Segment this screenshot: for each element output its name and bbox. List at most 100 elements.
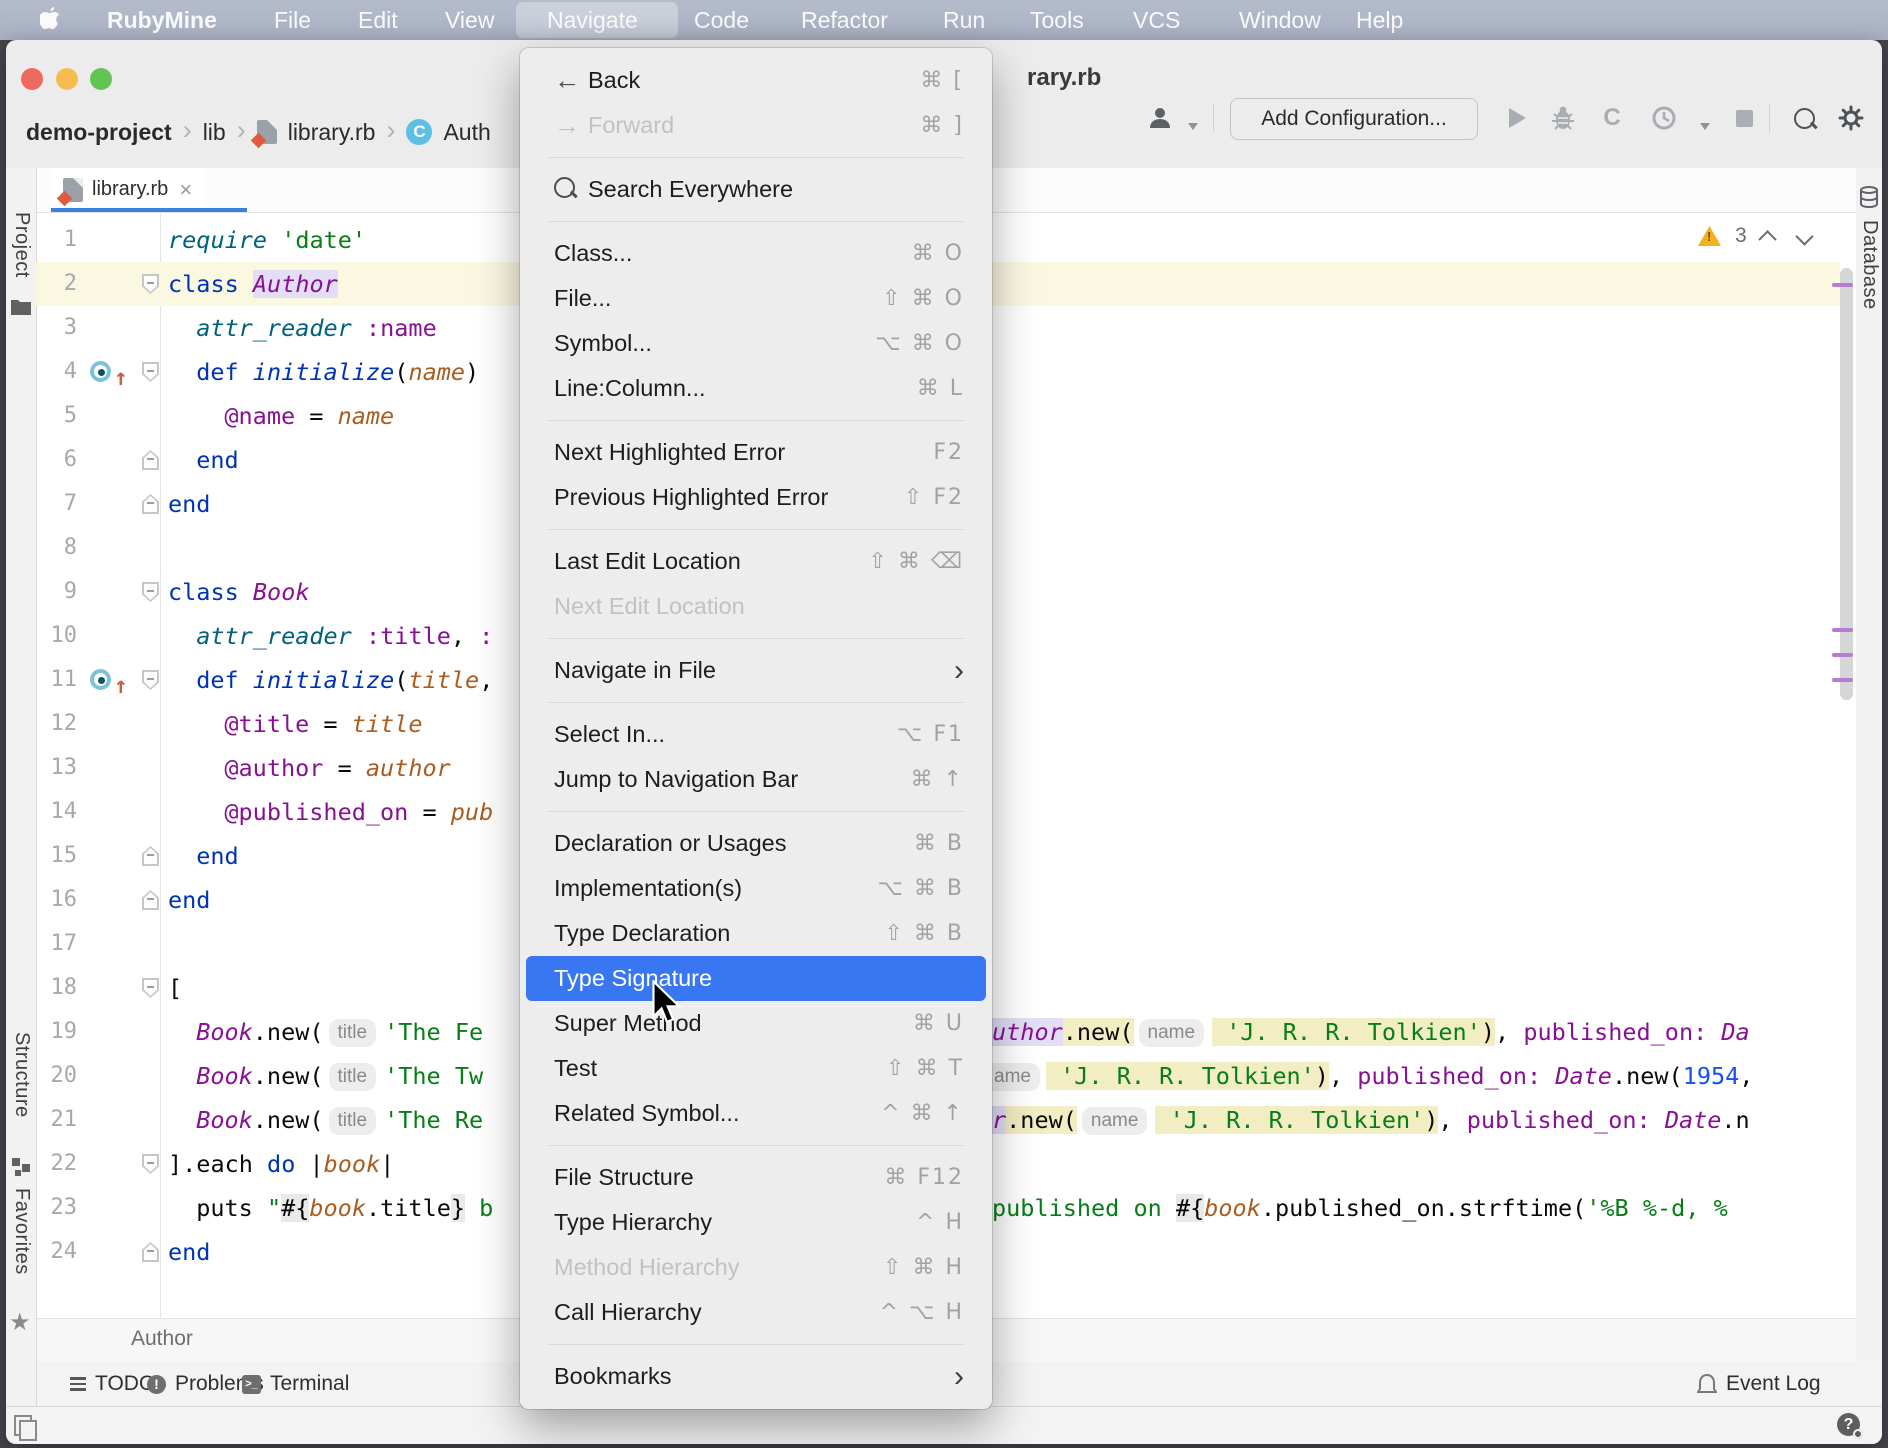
code-token: } <box>451 1194 465 1222</box>
copy-icon[interactable] <box>14 1415 32 1436</box>
menubar-item-help[interactable]: Help <box>1356 0 1403 40</box>
menu-item-test[interactable]: Test⇧ ⌘ T <box>526 1046 986 1091</box>
context-breadcrumb[interactable]: Author <box>131 1327 193 1351</box>
menu-item-declaration-or-usages[interactable]: Declaration or Usages⌘ B <box>526 821 986 866</box>
menu-item-symbol[interactable]: Symbol...⌥ ⌘ O <box>526 321 986 366</box>
code-text: @published_on = pub <box>224 790 493 834</box>
tool-button-event-log[interactable]: Event Log <box>1697 1362 1821 1406</box>
menu-item-last-edit-location[interactable]: Last Edit Location⇧ ⌘ ⌫ <box>526 539 986 584</box>
menubar-item-view[interactable]: View <box>445 0 494 40</box>
close-window-button[interactable] <box>21 68 43 90</box>
apple-menu-icon[interactable] <box>40 0 62 40</box>
prev-warning-icon[interactable] <box>1758 230 1776 248</box>
tab-library-rb[interactable]: library.rb × <box>51 168 204 211</box>
tool-button-terminal[interactable]: >_ Terminal <box>242 1362 349 1406</box>
menu-item-super-method[interactable]: Super Method⌘ U <box>526 1001 986 1046</box>
menubar-item-file[interactable]: File <box>274 0 311 40</box>
run-dropdown-caret-icon[interactable] <box>1690 110 1720 142</box>
menu-item-label: Method Hierarchy <box>554 1254 739 1281</box>
user-dropdown-caret-icon[interactable] <box>1178 110 1208 142</box>
tool-button-favorites[interactable]: Favorites <box>10 1188 33 1275</box>
menu-item-bookmarks[interactable]: Bookmarks› <box>526 1354 986 1399</box>
inspection-widget[interactable]: 3 <box>1698 220 1811 252</box>
help-icon[interactable]: ? <box>1837 1413 1860 1436</box>
menu-item-select-in[interactable]: Select In...⌥ F1 <box>526 712 986 757</box>
database-icon[interactable] <box>1859 186 1879 208</box>
menu-item-previous-highlighted-error[interactable]: Previous Highlighted Error⇧ F2 <box>526 475 986 520</box>
menu-item-search-everywhere[interactable]: Search Everywhere <box>526 167 986 212</box>
code-text: end <box>196 834 238 878</box>
menu-item-related-symbol[interactable]: Related Symbol...^ ⌘ ↑ <box>526 1091 986 1136</box>
user-icon[interactable] <box>1145 102 1175 134</box>
fold-marker-icon[interactable] <box>142 978 159 998</box>
star-icon[interactable]: ★ <box>9 1308 31 1337</box>
menu-item-type-hierarchy[interactable]: Type Hierarchy^ H <box>526 1200 986 1245</box>
run-play-icon[interactable] <box>1502 102 1532 134</box>
menu-item-next-highlighted-error[interactable]: Next Highlighted ErrorF2 <box>526 430 986 475</box>
error-stripe-mark[interactable] <box>1832 653 1853 657</box>
menu-item-class[interactable]: Class...⌘ O <box>526 231 986 276</box>
menubar-item-tools[interactable]: Tools <box>1030 0 1084 40</box>
debug-bug-icon[interactable] <box>1548 102 1578 134</box>
minimize-window-button[interactable] <box>56 68 78 90</box>
fold-marker-icon[interactable] <box>142 450 159 470</box>
menu-item-navigate-in-file[interactable]: Navigate in File› <box>526 648 986 693</box>
tool-button-structure[interactable]: Structure <box>10 1032 33 1118</box>
search-icon[interactable] <box>1789 102 1819 134</box>
menubar-item-run[interactable]: Run <box>943 0 985 40</box>
menubar-item-code[interactable]: Code <box>694 0 749 40</box>
menu-item-line-column[interactable]: Line:Column...⌘ L <box>526 366 986 411</box>
code-token: Author <box>253 270 338 298</box>
profiler-icon[interactable]: C <box>1597 102 1627 134</box>
stop-icon[interactable] <box>1729 102 1759 134</box>
menu-item-type-signature[interactable]: Type Signature <box>526 956 986 1001</box>
tab-close-icon[interactable]: × <box>179 180 192 200</box>
menu-item-type-declaration[interactable]: Type Declaration⇧ ⌘ B <box>526 911 986 956</box>
run-history-clock-icon[interactable] <box>1649 102 1679 134</box>
error-stripe-mark[interactable] <box>1832 678 1853 682</box>
menubar-item-rubymine[interactable]: RubyMine <box>107 0 217 40</box>
fold-marker-icon[interactable] <box>142 846 159 866</box>
menu-item-forward[interactable]: →Forward⌘ ] <box>526 103 986 148</box>
structure-icon[interactable] <box>12 1158 30 1176</box>
menubar-item-navigate[interactable]: Navigate <box>547 0 638 40</box>
error-stripe-mark[interactable] <box>1832 628 1853 632</box>
menu-item-implementation-s[interactable]: Implementation(s)⌥ ⌘ B <box>526 866 986 911</box>
tool-button-database[interactable]: Database <box>1858 220 1881 310</box>
editor-scrollbar[interactable] <box>1840 268 1853 700</box>
breadcrumb-item-demo-project[interactable]: demo-project <box>26 119 172 146</box>
zoom-window-button[interactable] <box>90 68 112 90</box>
fold-marker-icon[interactable] <box>142 1154 159 1174</box>
menu-item-method-hierarchy[interactable]: Method Hierarchy⇧ ⌘ H <box>526 1245 986 1290</box>
tool-button-todo[interactable]: TODO <box>70 1362 155 1406</box>
gear-icon[interactable] <box>1836 102 1866 134</box>
add-configuration-button[interactable]: Add Configuration... <box>1230 98 1478 140</box>
menu-item-file[interactable]: File...⇧ ⌘ O <box>526 276 986 321</box>
fold-marker-icon[interactable] <box>142 890 159 910</box>
error-stripe-mark[interactable] <box>1832 283 1853 287</box>
fold-marker-icon[interactable] <box>142 1242 159 1262</box>
next-warning-icon[interactable] <box>1795 227 1813 245</box>
fold-marker-icon[interactable] <box>142 494 159 514</box>
breadcrumb-item-library-rb[interactable]: library.rb <box>288 119 376 146</box>
folder-icon[interactable] <box>11 298 31 315</box>
fold-marker-icon[interactable] <box>142 274 159 294</box>
menu-item-file-structure[interactable]: File Structure⌘ F12 <box>526 1155 986 1200</box>
menu-item-jump-to-navigation-bar[interactable]: Jump to Navigation Bar⌘ ↑ <box>526 757 986 802</box>
override-marker-icon[interactable]: ↑ <box>90 668 136 692</box>
fold-marker-icon[interactable] <box>142 582 159 602</box>
fold-marker-icon[interactable] <box>142 362 159 382</box>
tool-button-project[interactable]: Project <box>10 212 33 278</box>
menu-item-back[interactable]: ←Back⌘ [ <box>526 58 986 103</box>
menubar-item-window[interactable]: Window <box>1239 0 1321 40</box>
menubar-item-vcs[interactable]: VCS <box>1133 0 1180 40</box>
menu-item-shortcut: ⌘ L <box>917 376 964 401</box>
fold-marker-icon[interactable] <box>142 670 159 690</box>
menu-item-call-hierarchy[interactable]: Call Hierarchy^ ⌥ H <box>526 1290 986 1335</box>
menubar-item-refactor[interactable]: Refactor <box>801 0 888 40</box>
breadcrumb-item-auth[interactable]: Auth <box>443 119 490 146</box>
override-marker-icon[interactable]: ↑ <box>90 360 136 384</box>
breadcrumb-item-lib[interactable]: lib <box>203 119 226 146</box>
menubar-item-edit[interactable]: Edit <box>358 0 398 40</box>
menu-item-next-edit-location[interactable]: Next Edit Location <box>526 584 986 629</box>
